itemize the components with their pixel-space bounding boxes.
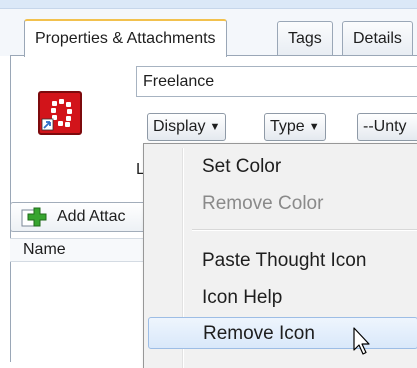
menu-separator xyxy=(192,229,417,231)
tab-bar: Properties & Attachments Tags Details xyxy=(0,9,417,57)
tab-properties-attachments[interactable]: Properties & Attachments xyxy=(24,19,227,57)
tab-details[interactable]: Details xyxy=(342,21,413,55)
thought-icon-graphic xyxy=(41,99,72,131)
thought-name-input[interactable]: Freelance xyxy=(136,66,417,97)
thought-icon[interactable] xyxy=(38,91,82,135)
menu-item-remove-icon[interactable]: Remove Icon xyxy=(148,317,417,349)
type-dropdown[interactable]: Type ▼ xyxy=(264,113,326,141)
tab-tags[interactable]: Tags xyxy=(277,21,333,55)
menu-item-remove-color: Remove Color xyxy=(202,193,324,214)
untyped-dropdown[interactable]: --Unty xyxy=(357,113,417,141)
untyped-dropdown-label: --Unty xyxy=(363,118,407,135)
menu-item-set-color[interactable]: Set Color xyxy=(148,151,417,183)
menu-item-paste-thought-icon[interactable]: Paste Thought Icon xyxy=(148,245,417,277)
menu-item-icon-help[interactable]: Icon Help xyxy=(148,282,417,314)
display-dropdown-label: Display xyxy=(153,118,206,135)
type-dropdown-label: Type xyxy=(270,118,305,135)
add-attachment-button[interactable]: Add Attac xyxy=(10,202,160,232)
add-attachment-icon xyxy=(21,207,47,227)
column-header-name[interactable]: Name xyxy=(10,238,160,262)
icon-context-menu: Set Color Remove Color Paste Thought Ico… xyxy=(143,143,417,368)
chevron-down-icon: ▼ xyxy=(308,121,320,133)
mouse-cursor-icon xyxy=(353,327,370,355)
display-dropdown[interactable]: Display ▼ xyxy=(147,113,227,141)
add-attachment-label: Add Attac xyxy=(57,208,126,225)
chevron-down-icon: ▼ xyxy=(209,121,221,133)
top-strip xyxy=(0,0,417,9)
